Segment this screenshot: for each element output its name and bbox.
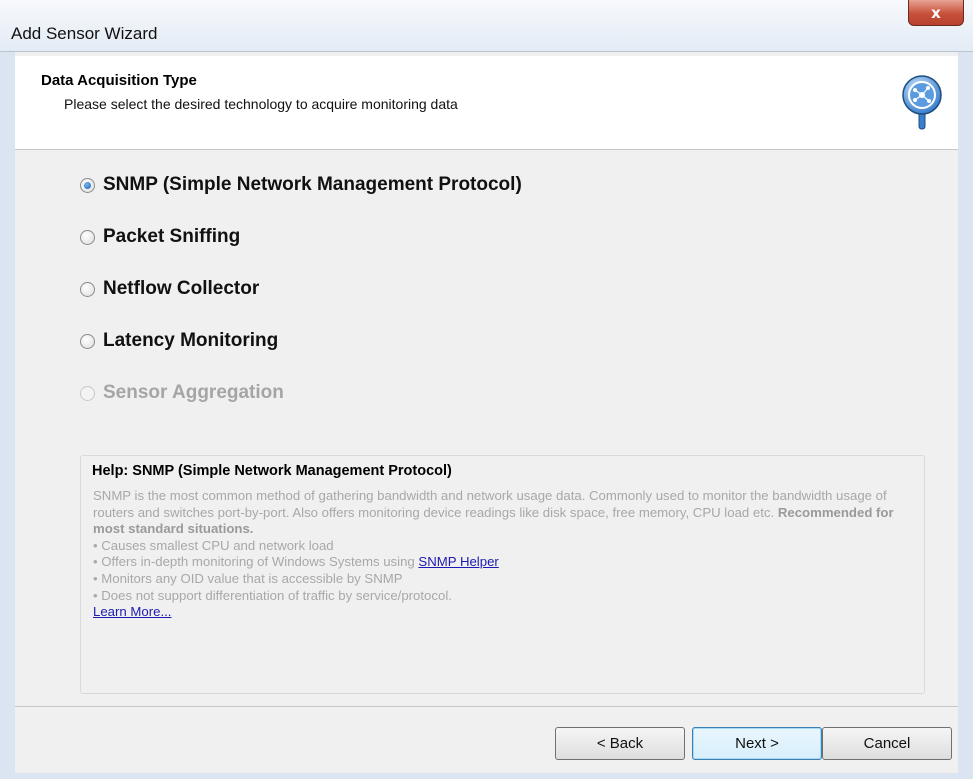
add-sensor-wizard-window: Add Sensor Wizard x Data Acquisition Typ… — [0, 0, 973, 779]
help-bullet: Causes smallest CPU and network load — [93, 538, 913, 555]
page-title: Data Acquisition Type — [41, 72, 197, 89]
help-bullet-text: Offers in-depth monitoring of Windows Sy… — [101, 554, 415, 570]
window-title: Add Sensor Wizard — [11, 24, 158, 43]
option-latency-monitoring[interactable]: Latency Monitoring — [80, 326, 278, 356]
close-icon: x — [931, 3, 941, 22]
option-label: SNMP (Simple Network Management Protocol… — [103, 174, 522, 195]
snmp-helper-link[interactable]: SNMP Helper — [418, 554, 498, 569]
help-body: SNMP is the most common method of gather… — [93, 488, 913, 621]
sensor-wizard-icon — [902, 75, 942, 130]
wizard-header: Data Acquisition Type Please select the … — [15, 56, 958, 150]
wizard-content: SNMP (Simple Network Management Protocol… — [15, 150, 958, 706]
window-frame-bottom — [0, 772, 973, 779]
help-title: Help: SNMP (Simple Network Management Pr… — [92, 463, 452, 479]
option-packet-sniffing[interactable]: Packet Sniffing — [80, 222, 240, 252]
radio-packet-sniffing[interactable] — [80, 229, 95, 245]
close-button[interactable]: x — [908, 0, 964, 26]
option-label: Packet Sniffing — [103, 226, 241, 247]
help-bullet: Offers in-depth monitoring of Windows Sy… — [93, 554, 913, 571]
help-bullet: Does not support differentiation of traf… — [93, 588, 913, 605]
next-button-label: Next > — [735, 735, 779, 752]
back-button-label: < Back — [596, 735, 644, 752]
window-frame-right — [958, 52, 973, 779]
option-netflow-collector[interactable]: Netflow Collector — [80, 274, 259, 304]
option-label: Sensor Aggregation — [103, 382, 284, 403]
help-bullet: Monitors any OID value that is accessibl… — [93, 571, 913, 588]
page-subtitle: Please select the desired technology to … — [64, 96, 458, 112]
help-panel: Help: SNMP (Simple Network Management Pr… — [80, 455, 925, 694]
option-sensor-aggregation: Sensor Aggregation — [80, 378, 284, 408]
option-label: Latency Monitoring — [103, 330, 279, 351]
radio-snmp[interactable] — [80, 177, 95, 193]
title-bar[interactable]: Add Sensor Wizard x — [0, 0, 973, 52]
help-intro: SNMP is the most common method of gather… — [93, 488, 913, 538]
cancel-button[interactable]: Cancel — [822, 727, 952, 760]
option-snmp[interactable]: SNMP (Simple Network Management Protocol… — [80, 170, 522, 200]
help-bullets: Causes smallest CPU and network load Off… — [93, 538, 913, 604]
learn-more-link[interactable]: Learn More... — [93, 604, 171, 619]
help-intro-text: SNMP is the most common method of gather… — [93, 488, 887, 520]
back-button[interactable]: < Back — [555, 727, 685, 760]
wizard-footer: < Back Next > Cancel — [15, 706, 958, 773]
next-button[interactable]: Next > — [692, 727, 822, 760]
radio-latency-monitoring[interactable] — [80, 333, 95, 349]
window-frame-left — [0, 52, 15, 779]
option-label: Netflow Collector — [103, 278, 260, 299]
radio-sensor-aggregation — [80, 385, 95, 401]
cancel-button-label: Cancel — [863, 735, 911, 752]
radio-netflow-collector[interactable] — [80, 281, 95, 297]
